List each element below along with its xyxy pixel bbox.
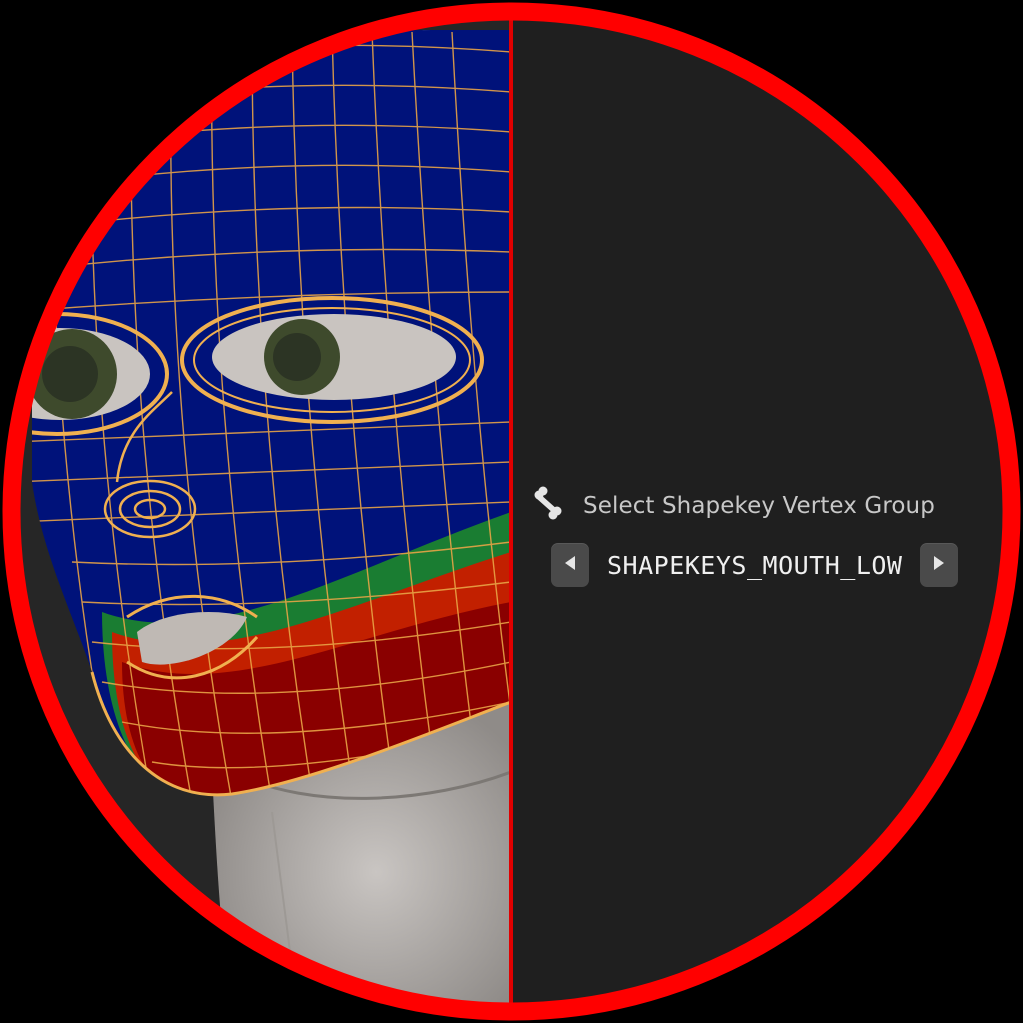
triangle-left-icon [563,555,577,576]
vertex-group-label-row: Select Shapekey Vertex Group [531,486,935,525]
triangle-right-icon [932,555,946,576]
vertex-group-selector: SHAPEKEYS_MOUTH_LOW [551,543,959,587]
zoom-callout: Select Shapekey Vertex Group SHAPEKEYS_M… [0,0,1023,1023]
vertex-group-label: Select Shapekey Vertex Group [583,492,935,519]
vertex-group-name[interactable]: SHAPEKEYS_MOUTH_LOW [589,551,920,580]
properties-panel: Select Shapekey Vertex Group SHAPEKEYS_M… [513,12,1011,1011]
previous-group-button[interactable] [551,543,589,587]
3d-viewport[interactable] [12,12,511,1011]
callout-circle: Select Shapekey Vertex Group SHAPEKEYS_M… [12,12,1011,1011]
bone-icon [531,486,565,525]
next-group-button[interactable] [920,543,959,587]
weight-paint-head [32,30,511,1011]
